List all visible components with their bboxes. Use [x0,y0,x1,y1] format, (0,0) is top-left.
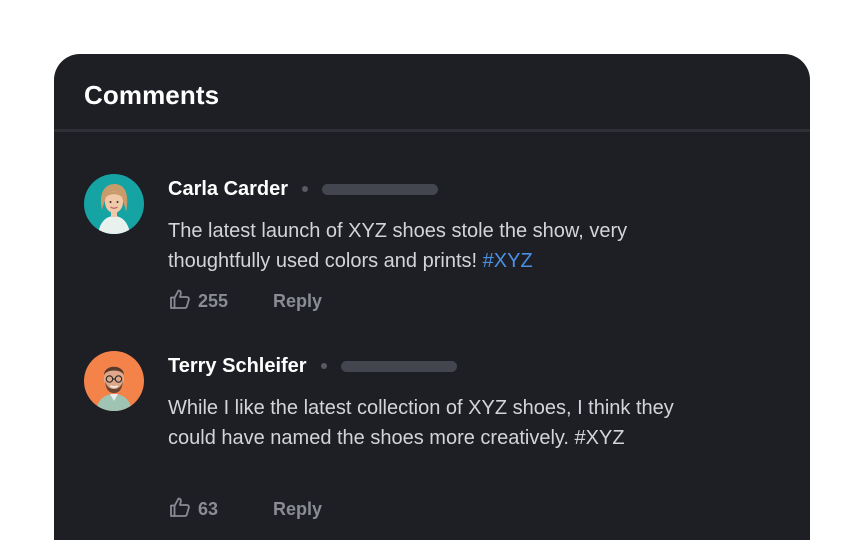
reply-button[interactable]: Reply [273,291,322,312]
like-button[interactable]: 255 [168,287,228,316]
like-button[interactable]: 63 [168,495,218,524]
timestamp-placeholder [340,360,457,372]
comments-panel: Comments Carla Carder The latest launch … [54,54,810,540]
hashtag-text[interactable]: #XYZ [575,427,625,449]
comment-text: The latest launch of XYZ shoes stole the… [168,216,708,276]
comment-actions: 255 Reply [168,287,322,316]
comments-header: Comments [54,54,810,132]
timestamp-placeholder [322,183,439,195]
thumbs-up-icon [168,495,192,524]
like-count: 63 [198,499,219,519]
avatar[interactable] [84,174,144,234]
comment-header: Terry Schleifer [168,353,457,379]
comment-header: Carla Carder [168,176,439,202]
comment-actions: 63 Reply [168,495,322,524]
dot-separator [320,363,327,369]
author-name[interactable]: Carla Carder [168,178,288,201]
comment-text: While I like the latest collection of XY… [168,393,698,453]
thumbs-up-icon [168,287,192,316]
hashtag-link[interactable]: #XYZ [483,250,533,272]
like-count: 255 [198,291,229,311]
avatar[interactable] [84,351,144,411]
dot-separator [302,186,309,192]
reply-button[interactable]: Reply [273,499,322,520]
panel-title: Comments [84,80,220,110]
author-name[interactable]: Terry Schleifer [168,355,307,378]
comment-body: The latest launch of XYZ shoes stole the… [168,220,628,272]
